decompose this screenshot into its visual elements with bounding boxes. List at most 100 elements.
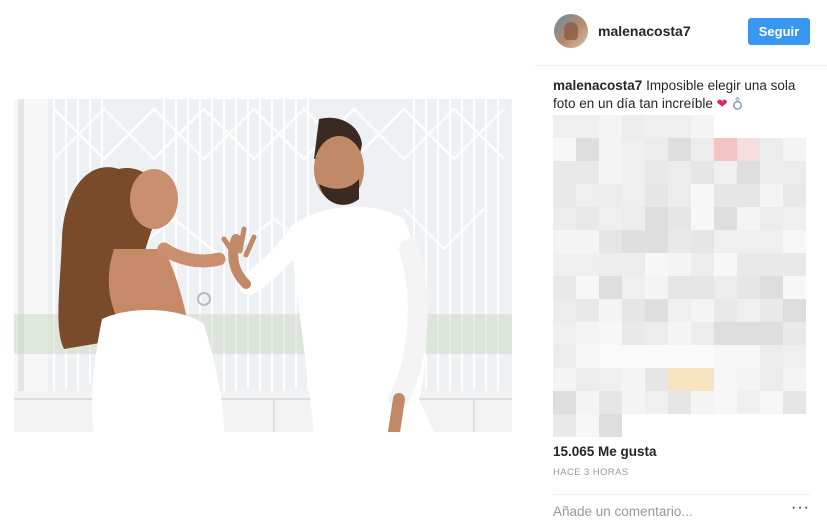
blurred-comment-cell: [760, 253, 783, 276]
blurred-comment-cell: [668, 184, 691, 207]
blurred-comment-cell: [645, 276, 668, 299]
photo-pane: [0, 0, 535, 526]
blurred-comment-cell: [783, 368, 806, 391]
blurred-comment-cell: [760, 299, 783, 322]
blurred-comment-cell: [576, 299, 599, 322]
blurred-comment-cell: [783, 230, 806, 253]
blurred-comment-cell: [599, 345, 622, 368]
blurred-comment-cell: [553, 345, 576, 368]
blurred-comment-cell: [576, 115, 599, 138]
blurred-comment-cell: [737, 276, 760, 299]
comment-bar: ···: [553, 494, 810, 526]
blurred-comment-cell: [668, 299, 691, 322]
blurred-comment-cell: [714, 276, 737, 299]
blurred-comment-cell: [645, 368, 668, 391]
blurred-comment-cell: [622, 230, 645, 253]
blurred-comment-cell: [553, 138, 576, 161]
blurred-comment-cell: [691, 322, 714, 345]
blurred-comment-cell: [599, 299, 622, 322]
post-timestamp: HACE 3 HORAS: [553, 467, 629, 478]
blurred-comment-cell: [576, 253, 599, 276]
blurred-comments: [553, 115, 808, 437]
blurred-comment-cell: [599, 184, 622, 207]
blurred-comment-cell: [737, 253, 760, 276]
more-options-icon[interactable]: ···: [791, 500, 810, 516]
blurred-comment-cell: [622, 368, 645, 391]
blurred-comment-cell: [691, 368, 714, 391]
blurred-comment-cell: [760, 161, 783, 184]
blurred-comment-cell: [783, 207, 806, 230]
blurred-comment-cell: [714, 368, 737, 391]
blurred-comment-cell: [783, 115, 806, 138]
blurred-comment-cell: [737, 345, 760, 368]
blurred-comment-cell: [737, 391, 760, 414]
blurred-comment-cell: [645, 138, 668, 161]
blurred-comment-cell: [691, 184, 714, 207]
blurred-comment-cell: [622, 115, 645, 138]
blurred-comment-cell: [714, 207, 737, 230]
post-sidebar: malenacosta7 Seguir malenacosta7 Imposib…: [535, 0, 827, 526]
blurred-comment-cell: [668, 138, 691, 161]
blurred-comment-cell: [645, 414, 668, 437]
likes-count[interactable]: 15.065 Me gusta: [553, 444, 657, 459]
blurred-comment-cell: [783, 161, 806, 184]
blurred-comment-cell: [622, 253, 645, 276]
blurred-comment-cell: [760, 391, 783, 414]
avatar[interactable]: [554, 14, 588, 48]
blurred-comment-cell: [714, 230, 737, 253]
blurred-comment-cell: [691, 391, 714, 414]
blurred-comment-cell: [599, 391, 622, 414]
blurred-comment-cell: [645, 345, 668, 368]
blurred-comment-cell: [645, 299, 668, 322]
follow-button[interactable]: Seguir: [748, 18, 810, 45]
blurred-comment-cell: [645, 115, 668, 138]
blurred-comment-cell: [783, 138, 806, 161]
caption-username[interactable]: malenacosta7: [553, 78, 642, 93]
post-caption: malenacosta7 Imposible elegir una sola f…: [553, 77, 813, 113]
blurred-comment-cell: [737, 115, 760, 138]
blurred-comment-cell: [737, 414, 760, 437]
blurred-comment-cell: [737, 138, 760, 161]
blurred-comment-cell: [668, 230, 691, 253]
blurred-comment-cell: [599, 115, 622, 138]
blurred-comment-cell: [691, 345, 714, 368]
blurred-comment-cell: [599, 368, 622, 391]
blurred-comment-cell: [691, 115, 714, 138]
blurred-comment-cell: [553, 368, 576, 391]
header-username[interactable]: malenacosta7: [598, 23, 691, 39]
post-photo[interactable]: [14, 99, 512, 432]
blurred-comment-cell: [714, 138, 737, 161]
blurred-comment-cell: [576, 322, 599, 345]
blurred-comment-cell: [691, 230, 714, 253]
blurred-comment-cell: [576, 184, 599, 207]
blurred-comment-cell: [622, 391, 645, 414]
blurred-comment-cell: [737, 322, 760, 345]
blurred-comment-cell: [553, 299, 576, 322]
blurred-comment-cell: [760, 230, 783, 253]
blurred-comment-cell: [760, 368, 783, 391]
blurred-comment-cell: [622, 184, 645, 207]
blurred-comment-cell: [760, 207, 783, 230]
blurred-comment-cell: [622, 161, 645, 184]
blurred-comment-cell: [760, 115, 783, 138]
blurred-comment-cell: [599, 322, 622, 345]
blurred-comment-cell: [553, 207, 576, 230]
blurred-comment-cell: [553, 184, 576, 207]
blurred-comment-cell: [645, 391, 668, 414]
blurred-comment-cell: [668, 161, 691, 184]
blurred-comment-cell: [760, 276, 783, 299]
blurred-comment-cell: [576, 138, 599, 161]
post-header: malenacosta7 Seguir: [535, 0, 827, 66]
blurred-comment-cell: [737, 299, 760, 322]
blurred-comment-cell: [668, 276, 691, 299]
comment-input[interactable]: [553, 502, 773, 520]
blurred-comment-cell: [599, 161, 622, 184]
blurred-comment-cell: [737, 230, 760, 253]
blurred-comment-cell: [553, 161, 576, 184]
blurred-comment-cell: [622, 207, 645, 230]
blurred-comment-cell: [622, 322, 645, 345]
blurred-comment-cell: [691, 276, 714, 299]
blurred-comment-cell: [599, 253, 622, 276]
blurred-comment-cell: [576, 368, 599, 391]
blurred-comment-cell: [622, 276, 645, 299]
